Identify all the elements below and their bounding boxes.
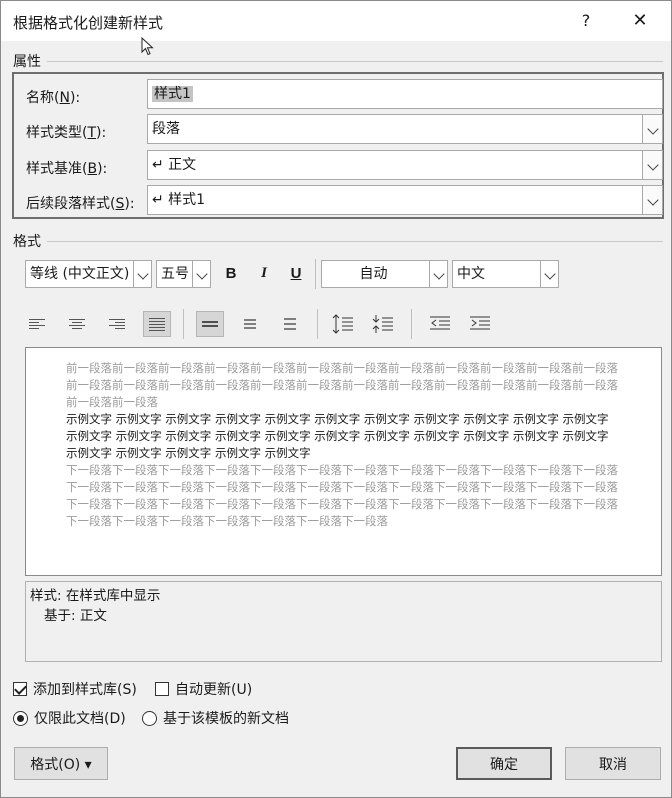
chevron-down-icon[interactable]	[642, 115, 662, 143]
cancel-button[interactable]: 取消	[565, 747, 661, 780]
increase-indent-icon[interactable]	[466, 311, 494, 337]
chevron-down-icon[interactable]	[540, 261, 558, 287]
sample-text: 示例文字 示例文字 示例文字 示例文字 示例文字 示例文字 示例文字 示例文字 …	[66, 412, 609, 460]
toolbar-separator	[183, 309, 184, 339]
only-this-document-radio[interactable]: 仅限此文档(D)	[13, 708, 126, 728]
font-size-value: 五号	[161, 266, 189, 282]
italic-button[interactable]: I	[253, 265, 275, 282]
name-value: 样式1	[152, 86, 193, 102]
chevron-down-icon[interactable]	[642, 186, 662, 214]
auto-update-checkbox[interactable]: 自动更新(U)	[155, 679, 252, 699]
close-button[interactable]: ✕	[627, 9, 653, 33]
previous-paragraph-text: 前一段落前一段落前一段落前一段落前一段落前一段落前一段落前一段落前一段落前一段落…	[66, 361, 618, 409]
chevron-down-icon[interactable]	[133, 261, 151, 287]
language-select[interactable]: 中文	[452, 260, 559, 288]
help-button[interactable]: ?	[575, 9, 597, 33]
properties-divider	[47, 61, 663, 62]
toolbar-separator	[411, 309, 412, 339]
create-style-dialog: 根据格式化创建新样式 ? ✕ 属性 名称(N): 样式1 样式类型(T): 段落…	[0, 0, 672, 798]
font-family-value: 等线 (中文正文)	[30, 266, 130, 282]
style-base-label: 样式基准(B):	[26, 161, 108, 177]
font-size-select[interactable]: 五号	[156, 260, 211, 288]
style-type-select[interactable]: 段落	[147, 114, 663, 144]
style-preview-pane: 前一段落前一段落前一段落前一段落前一段落前一段落前一段落前一段落前一段落前一段落…	[25, 347, 662, 576]
dialog-title: 根据格式化创建新样式	[13, 14, 164, 32]
style-type-label: 样式类型(T):	[26, 125, 107, 141]
style-type-value: 段落	[152, 121, 180, 137]
radio-selected-icon[interactable]	[13, 710, 28, 726]
bold-button[interactable]: B	[220, 265, 242, 282]
radio-unselected-icon[interactable]	[142, 710, 157, 726]
description-line-1: 样式: 在样式库中显示	[30, 588, 161, 604]
chevron-down-icon[interactable]	[642, 151, 662, 179]
align-center-icon[interactable]	[63, 311, 91, 337]
align-justify-icon[interactable]	[143, 311, 171, 337]
add-to-gallery-label: 添加到样式库(S)	[33, 682, 137, 698]
decrease-paragraph-spacing-icon[interactable]	[369, 311, 397, 337]
format-section-label: 格式	[13, 234, 41, 250]
description-line-2: 基于: 正文	[44, 608, 107, 624]
font-family-select[interactable]: 等线 (中文正文)	[25, 260, 152, 288]
language-value: 中文	[457, 266, 485, 282]
increase-paragraph-spacing-icon[interactable]	[329, 311, 357, 337]
format-menu-button[interactable]: 格式(O) ▾	[14, 747, 108, 780]
style-base-select[interactable]: ↵ 正文	[147, 150, 663, 180]
one-half-spacing-icon[interactable]	[236, 311, 264, 337]
name-label: 名称(N):	[26, 90, 81, 106]
toolbar-separator	[315, 259, 316, 289]
underline-button[interactable]: U	[285, 265, 307, 282]
next-style-value: ↵ 样式1	[152, 192, 206, 208]
new-documents-radio[interactable]: 基于该模板的新文档	[142, 708, 289, 728]
checkbox-empty-icon[interactable]	[155, 682, 169, 696]
decrease-indent-icon[interactable]	[426, 311, 454, 337]
chevron-down-icon[interactable]	[192, 261, 210, 287]
ok-button[interactable]: 确定	[456, 747, 552, 780]
font-color-select[interactable]: 自动	[321, 260, 448, 288]
new-documents-label: 基于该模板的新文档	[163, 711, 289, 727]
align-right-icon[interactable]	[103, 311, 131, 337]
properties-group: 名称(N): 样式1 样式类型(T): 段落 样式基准(B): ↵ 正文 后续段…	[12, 72, 664, 219]
name-input[interactable]: 样式1	[147, 79, 663, 109]
align-left-icon[interactable]	[23, 311, 51, 337]
style-description: 样式: 在样式库中显示 基于: 正文	[25, 581, 662, 662]
add-to-gallery-checkbox[interactable]: 添加到样式库(S)	[13, 679, 137, 699]
mouse-pointer-icon	[141, 37, 154, 56]
next-style-select[interactable]: ↵ 样式1	[147, 185, 663, 215]
toolbar-separator	[317, 309, 318, 339]
font-color-value: 自动	[359, 266, 388, 282]
double-spacing-icon[interactable]	[276, 311, 304, 337]
next-paragraph-text: 下一段落下一段落下一段落下一段落下一段落下一段落下一段落下一段落下一段落下一段落…	[66, 463, 618, 528]
only-this-document-label: 仅限此文档(D)	[34, 711, 126, 727]
title-bar: 根据格式化创建新样式 ? ✕	[1, 1, 671, 41]
auto-update-label: 自动更新(U)	[175, 682, 253, 698]
single-spacing-icon[interactable]	[196, 311, 224, 337]
chevron-down-icon[interactable]	[429, 261, 447, 287]
next-style-label: 后续段落样式(S):	[26, 196, 135, 212]
format-divider	[47, 241, 663, 242]
checkbox-checked-icon[interactable]	[13, 682, 27, 696]
properties-section-label: 属性	[13, 54, 41, 70]
style-base-value: ↵ 正文	[152, 157, 197, 173]
